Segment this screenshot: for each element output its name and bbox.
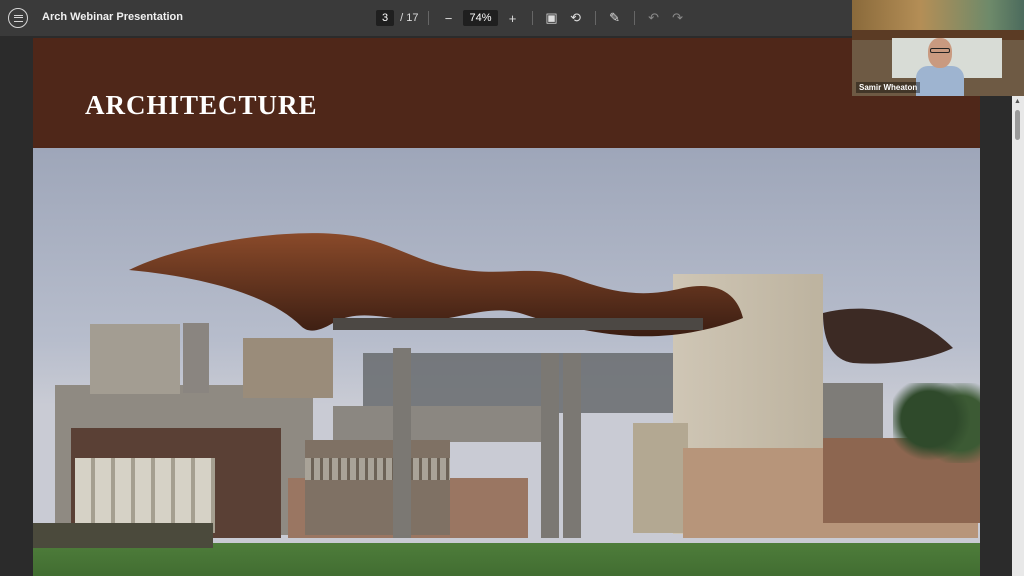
redo-icon[interactable]: ↷ [669, 9, 687, 27]
divider [428, 11, 430, 25]
fit-page-icon[interactable]: ▣ [543, 9, 561, 27]
glasses-icon [930, 48, 950, 53]
draw-icon[interactable]: ✎ [606, 9, 624, 27]
slide-header: ARCHITECTURE [33, 38, 980, 146]
slide-page: ARCHITECTURE [33, 38, 980, 576]
building-photo [33, 148, 980, 576]
participant-avatar [916, 36, 964, 96]
zoom-out-icon[interactable]: − [439, 9, 457, 27]
page-zoom-controls: 3 / 17 − 74% + ▣ ⟲ ✎ ↶ ↷ [376, 8, 687, 28]
wave-roof [129, 233, 953, 364]
divider [594, 11, 596, 25]
undo-icon[interactable]: ↶ [645, 9, 663, 27]
scroll-up-icon[interactable]: ▲ [1014, 98, 1021, 105]
page-number-input[interactable]: 3 [376, 10, 395, 26]
menu-icon[interactable] [8, 8, 28, 28]
webcam-video: Samir Wheaton [852, 0, 1024, 96]
participant-head [928, 38, 952, 68]
divider [633, 11, 635, 25]
scroll-thumb[interactable] [1015, 110, 1020, 140]
document-title: Arch Webinar Presentation [42, 11, 183, 23]
page-total: / 17 [400, 12, 419, 24]
left-margin [0, 36, 33, 576]
viewer-toolbar: Arch Webinar Presentation 3 / 17 − 74% +… [0, 0, 852, 36]
participant-body [916, 66, 964, 96]
zoom-in-icon[interactable]: + [504, 9, 522, 27]
participant-name: Samir Wheaton [856, 82, 921, 93]
vertical-scrollbar[interactable]: ▲ [1012, 96, 1024, 576]
rotate-icon[interactable]: ⟲ [567, 9, 585, 27]
divider [531, 11, 533, 25]
webcam-background-art [852, 0, 1024, 30]
zoom-level-input[interactable]: 74% [463, 10, 498, 26]
slide-title: ARCHITECTURE [85, 90, 318, 120]
